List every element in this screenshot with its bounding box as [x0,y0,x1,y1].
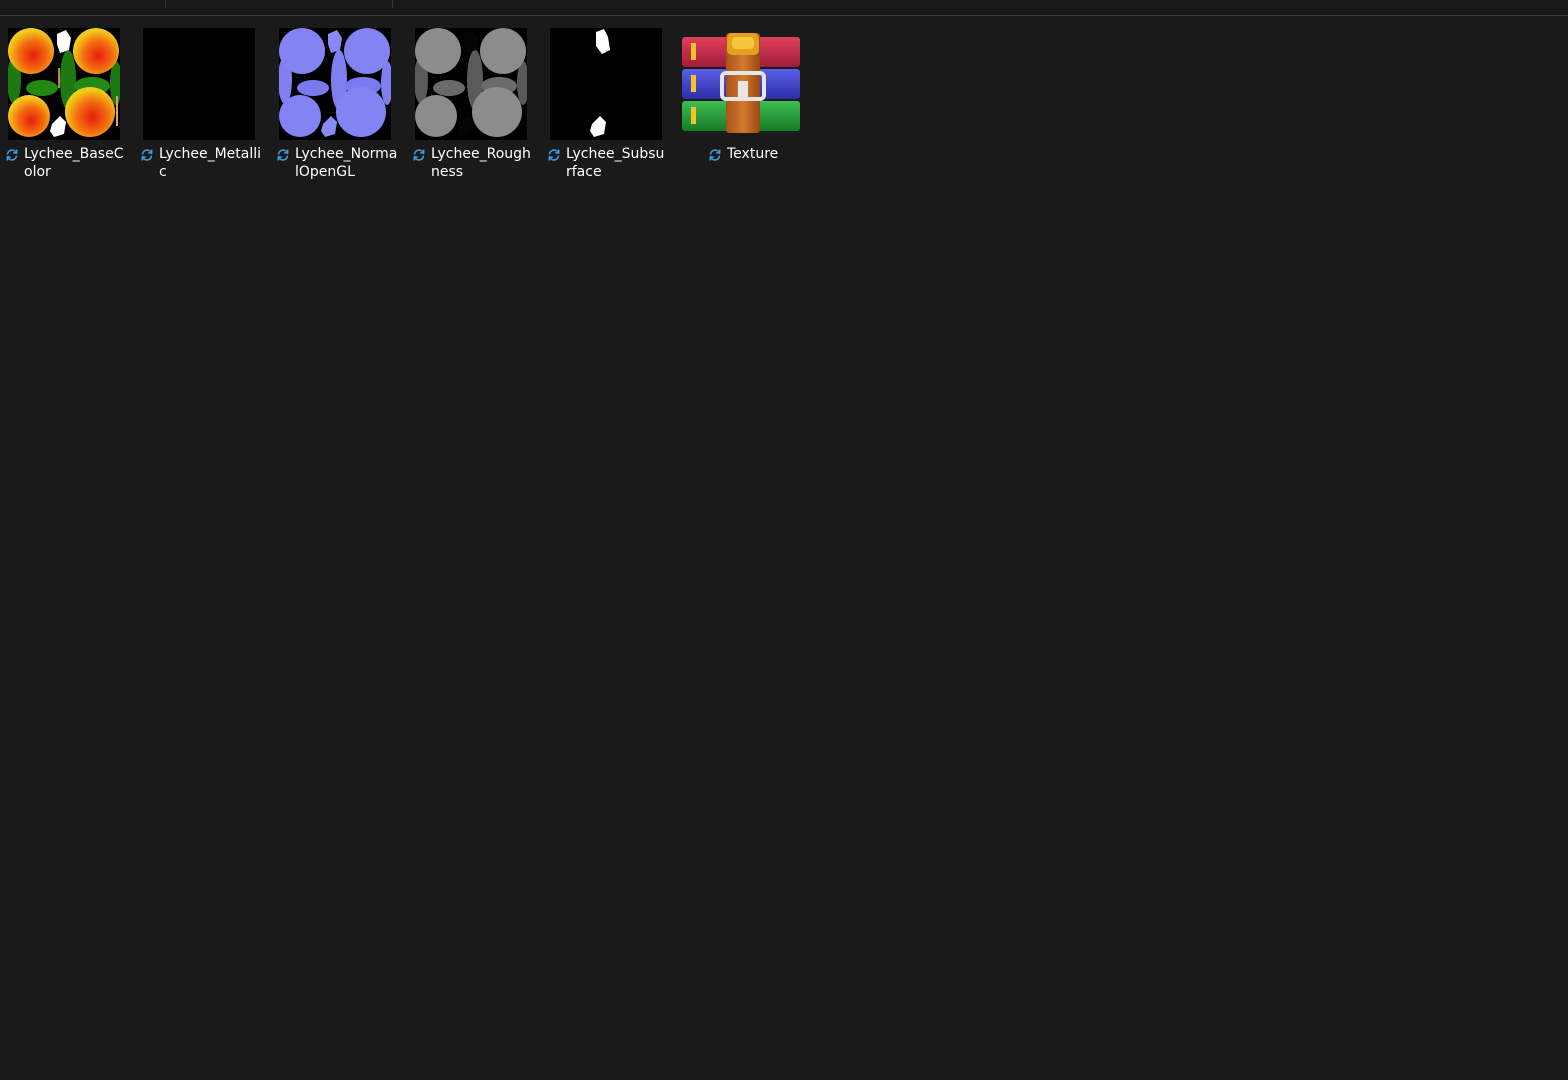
file-name-label[interactable]: Lychee_Metallic [159,145,263,181]
file-item-lychee-roughness[interactable]: Lychee_Roughness [407,27,537,187]
column-divider[interactable] [392,0,393,8]
sync-pending-icon [6,149,18,161]
file-name-label[interactable]: Lychee_BaseColor [24,145,128,181]
column-divider[interactable] [165,0,166,8]
file-item-lychee-normalopengl[interactable]: Lychee_NormalOpenGL [271,27,401,187]
file-item-lychee-metallic[interactable]: Lychee_Metallic [135,27,265,187]
file-name-label[interactable]: Lychee_NormalOpenGL [295,145,399,181]
file-item-lychee-subsurface[interactable]: Lychee_Subsurface [542,27,672,187]
image-thumbnail [8,28,120,140]
file-name-label[interactable]: Lychee_Subsurface [566,145,670,181]
sync-pending-icon [709,149,721,161]
sync-pending-icon [413,149,425,161]
sync-pending-icon [277,149,289,161]
file-list-view: Lychee_BaseColor Lychee_Metallic Lychee_… [0,27,1568,227]
image-thumbnail [415,28,527,140]
file-name-label[interactable]: Lychee_Roughness [431,145,535,181]
winrar-archive-icon [682,31,804,135]
sync-pending-icon [548,149,560,161]
image-thumbnail [550,28,662,140]
sync-pending-icon [141,149,153,161]
column-header-bar [0,0,1568,16]
image-thumbnail [279,28,391,140]
image-thumbnail [143,28,255,140]
file-item-lychee-basecolor[interactable]: Lychee_BaseColor [0,27,130,187]
file-item-texture[interactable]: Texture [678,27,808,187]
file-name-label[interactable]: Texture [727,145,807,163]
